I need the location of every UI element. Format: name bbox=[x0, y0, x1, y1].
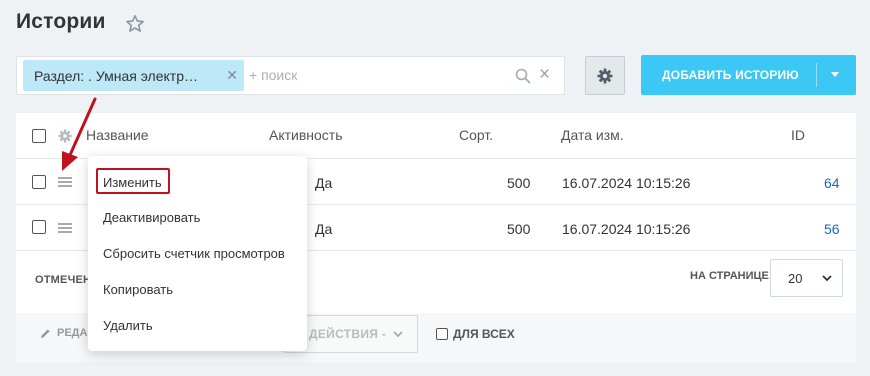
search-input[interactable]: + поиск bbox=[249, 67, 297, 83]
cell-id-link[interactable]: 64 bbox=[824, 175, 840, 191]
for-all-toggle[interactable]: ДЛЯ ВСЕХ bbox=[436, 327, 515, 341]
edit-button[interactable]: РЕДА bbox=[40, 327, 87, 339]
search-icon[interactable] bbox=[514, 67, 532, 85]
row-context-menu: Изменить Деактивировать Сбросить счетчик… bbox=[88, 156, 307, 351]
selected-count-label: ОТМЕЧЕН bbox=[35, 274, 92, 286]
menu-item-delete[interactable]: Удалить bbox=[103, 318, 153, 333]
cell-sort: 500 bbox=[507, 175, 531, 191]
column-header-sort[interactable]: Сорт. bbox=[459, 127, 493, 143]
star-icon[interactable] bbox=[125, 14, 145, 34]
cell-id-link[interactable]: 56 bbox=[824, 221, 840, 237]
filter-tag-label: Раздел: . Умная электр… bbox=[34, 67, 198, 84]
hamburger-icon[interactable] bbox=[58, 223, 72, 233]
menu-item-edit[interactable]: Изменить bbox=[103, 175, 162, 190]
column-header-date[interactable]: Дата изм. bbox=[561, 127, 624, 143]
filter-search-box[interactable]: Раздел: . Умная электр… ✕ + поиск × bbox=[16, 56, 565, 95]
pencil-icon bbox=[41, 328, 50, 338]
cell-active: Да bbox=[315, 175, 333, 191]
per-page-label: НА СТРАНИЦЕ: bbox=[690, 270, 773, 282]
close-icon[interactable]: ✕ bbox=[226, 68, 238, 82]
settings-button[interactable] bbox=[585, 56, 625, 95]
for-all-label: ДЛЯ ВСЕХ bbox=[453, 327, 515, 341]
select-all-checkbox[interactable] bbox=[32, 129, 46, 143]
chevron-down-icon[interactable] bbox=[831, 72, 839, 77]
chevron-down-icon bbox=[822, 275, 832, 282]
column-header-active[interactable]: Активность bbox=[269, 127, 343, 143]
cell-date: 16.07.2024 10:15:26 bbox=[562, 221, 691, 237]
filter-tag[interactable]: Раздел: . Умная электр… ✕ bbox=[23, 60, 244, 91]
menu-item-reset-views[interactable]: Сбросить счетчик просмотров bbox=[103, 246, 285, 261]
edit-button-label: РЕДА bbox=[57, 327, 88, 339]
per-page-select[interactable]: 20 bbox=[770, 259, 843, 297]
cell-date: 16.07.2024 10:15:26 bbox=[562, 175, 691, 191]
for-all-checkbox[interactable] bbox=[436, 328, 448, 340]
page-title: Истории bbox=[16, 10, 106, 33]
button-divider bbox=[816, 63, 817, 87]
column-header-id[interactable]: ID bbox=[791, 127, 805, 143]
cell-sort: 500 bbox=[507, 221, 531, 237]
arrow-annotation bbox=[62, 97, 97, 171]
add-story-label: ДОБАВИТЬ ИСТОРИЮ bbox=[662, 68, 799, 82]
menu-item-copy[interactable]: Копировать bbox=[103, 282, 173, 297]
menu-item-deactivate[interactable]: Деактивировать bbox=[103, 210, 200, 225]
cell-active: Да bbox=[315, 221, 333, 237]
actions-select-label: ДЕЙСТВИЯ - bbox=[309, 327, 387, 341]
clear-icon[interactable]: × bbox=[539, 65, 550, 84]
add-story-button[interactable]: ДОБАВИТЬ ИСТОРИЮ bbox=[641, 55, 856, 95]
chevron-down-icon bbox=[393, 331, 403, 338]
per-page-value: 20 bbox=[788, 271, 803, 286]
row-checkbox[interactable] bbox=[32, 175, 46, 189]
row-checkbox[interactable] bbox=[32, 220, 46, 234]
gear-icon bbox=[597, 68, 613, 83]
